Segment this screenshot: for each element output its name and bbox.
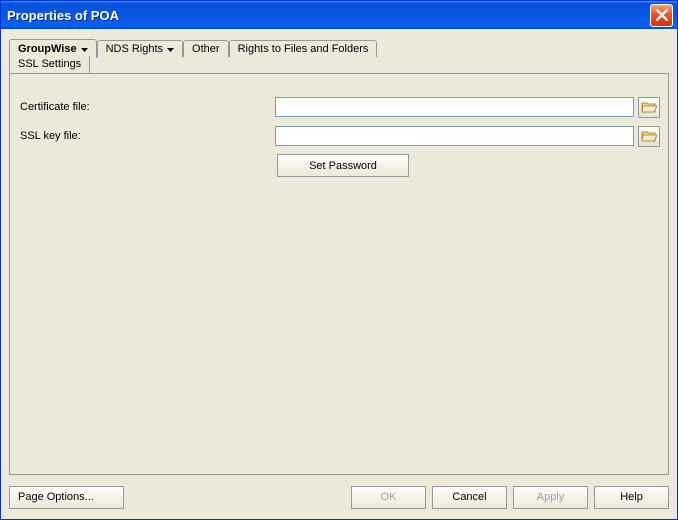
tab-panel: Certificate file: SSL key file: [9, 73, 669, 475]
tab-nds-rights[interactable]: NDS Rights [97, 40, 183, 57]
tab-nds-rights-label: NDS Rights [106, 43, 163, 55]
spacer [18, 154, 277, 177]
tab-other-label: Other [192, 43, 220, 55]
ssl-key-file-label: SSL key file: [18, 130, 275, 142]
folder-open-icon [641, 100, 657, 114]
sub-tab-strip: SSL Settings [9, 56, 669, 74]
dialog-footer: Page Options... OK Cancel Apply Help [1, 481, 677, 519]
help-button[interactable]: Help [594, 486, 669, 509]
chevron-down-icon [81, 43, 88, 55]
title-bar[interactable]: Properties of POA [1, 1, 677, 29]
apply-button[interactable]: Apply [513, 486, 588, 509]
cancel-button[interactable]: Cancel [432, 486, 507, 509]
ssl-settings-form: Certificate file: SSL key file: [18, 96, 660, 177]
ok-button[interactable]: OK [351, 486, 426, 509]
client-area: GroupWise NDS Rights Other Rights to Fil… [1, 29, 677, 481]
tab-rights-files-label: Rights to Files and Folders [238, 43, 369, 55]
chevron-down-icon [167, 43, 174, 55]
dialog-window: Properties of POA GroupWise NDS Rights [0, 0, 678, 520]
close-icon [656, 9, 668, 21]
tab-rights-files[interactable]: Rights to Files and Folders [229, 40, 378, 57]
certificate-file-input[interactable] [275, 97, 634, 117]
certificate-file-label: Certificate file: [18, 101, 275, 113]
window-title: Properties of POA [7, 8, 650, 23]
set-password-row: Set Password [18, 154, 660, 177]
ssl-key-file-input[interactable] [275, 126, 634, 146]
page-options-button[interactable]: Page Options... [9, 486, 124, 509]
ssl-key-browse-button[interactable] [638, 126, 660, 147]
subtab-ssl-settings-label: SSL Settings [18, 58, 81, 70]
tab-groupwise-label: GroupWise [18, 43, 77, 55]
set-password-button[interactable]: Set Password [277, 154, 409, 177]
ssl-key-file-row: SSL key file: [18, 125, 660, 147]
certificate-file-row: Certificate file: [18, 96, 660, 118]
folder-open-icon [641, 129, 657, 143]
tab-strip: GroupWise NDS Rights Other Rights to Fil… [9, 35, 669, 56]
close-button[interactable] [650, 4, 673, 27]
subtab-ssl-settings[interactable]: SSL Settings [9, 56, 90, 74]
tab-other[interactable]: Other [183, 40, 229, 57]
certificate-browse-button[interactable] [638, 97, 660, 118]
